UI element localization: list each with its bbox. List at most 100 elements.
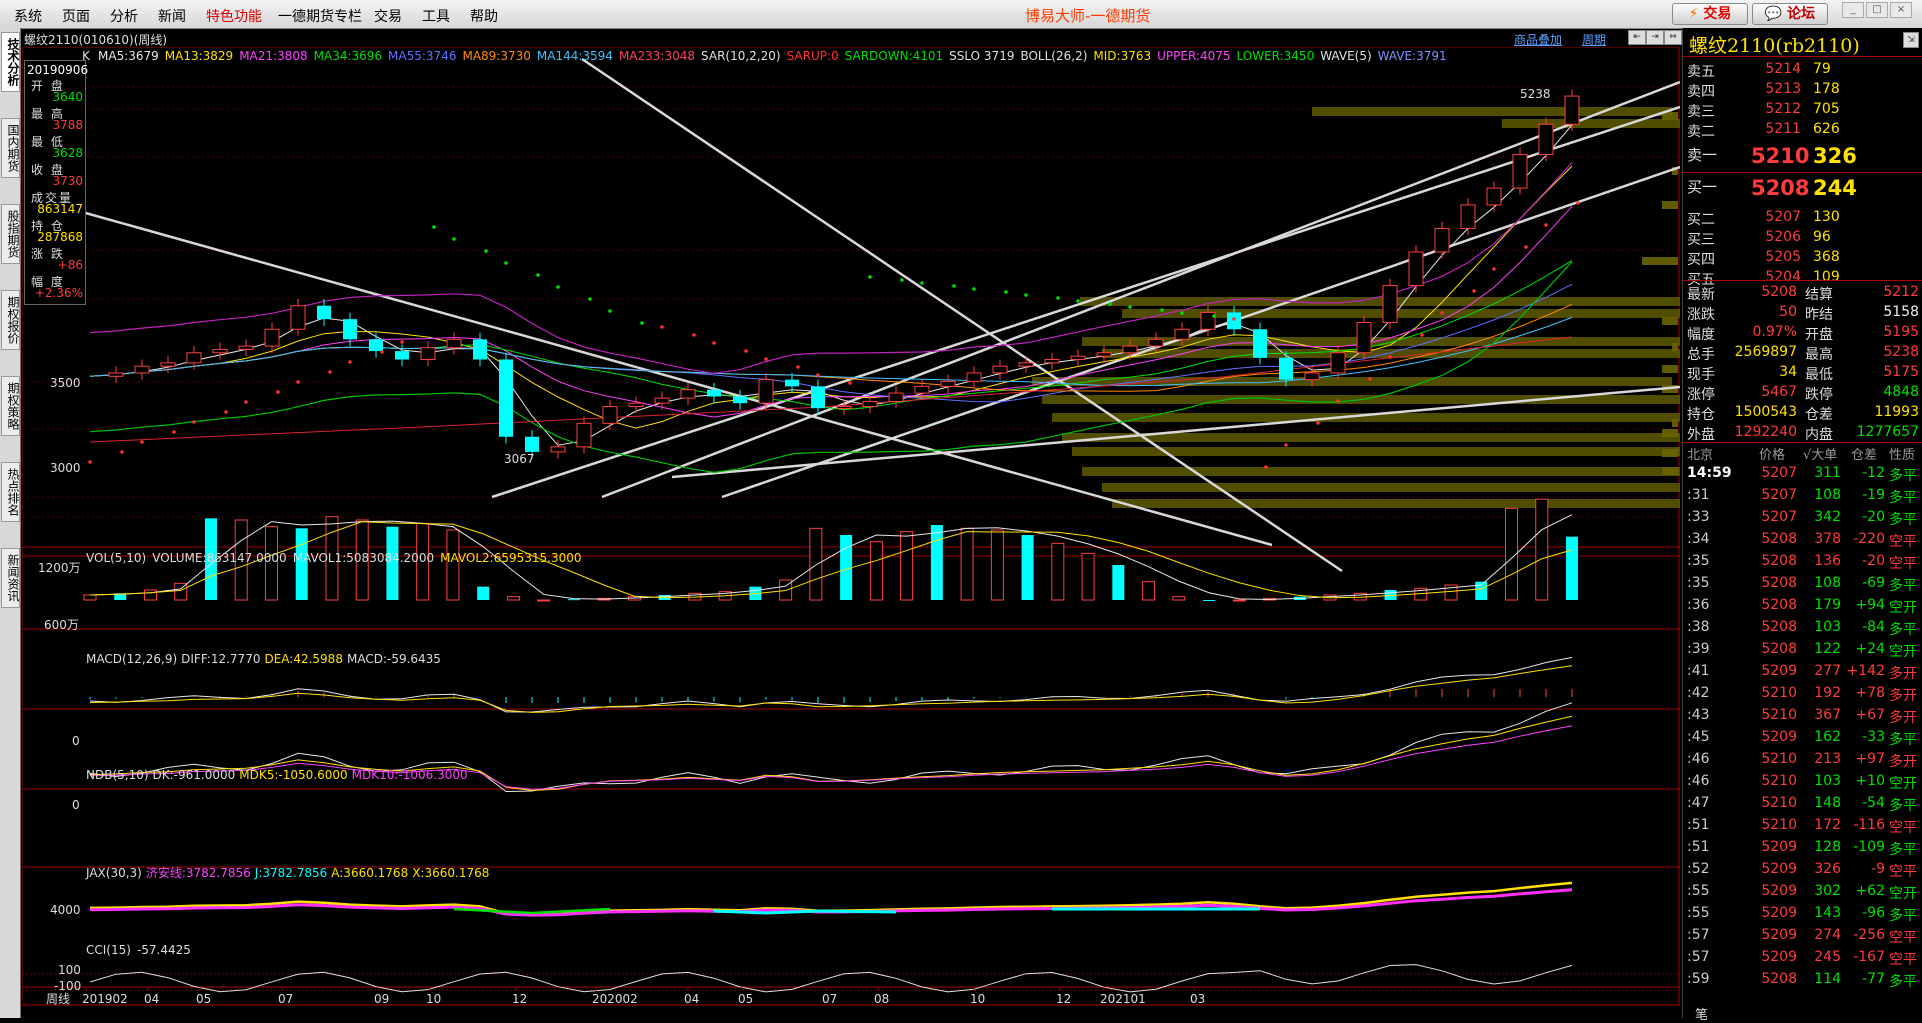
chart-area[interactable]: K MA5:3679 MA13:3829 MA21:3808 MA34:3696 MA5…	[22, 47, 1680, 1006]
order-book-row[interactable]: 卖四 5213 178	[1683, 81, 1922, 101]
tick-row[interactable]: :57 5209 245 -167 空平	[1683, 946, 1922, 968]
tick-nature: 空平	[1889, 864, 1917, 880]
tab-domestic-futures[interactable]: 国内期货	[1, 118, 20, 178]
tick-nature: 空平	[1889, 534, 1917, 550]
quote-value: 1500543	[1734, 404, 1797, 420]
tick-row[interactable]: :31 5207 108 -19 多平	[1683, 484, 1922, 506]
legend-item: MDK10:-1006.3000	[352, 768, 468, 782]
tick-row[interactable]: :41 5209 277 +142 多开	[1683, 660, 1922, 682]
forum-button[interactable]: 💬 论坛	[1752, 3, 1828, 25]
legend-item: MID:3763	[1093, 49, 1151, 63]
quote-label: 结算	[1805, 287, 1833, 303]
tick-row[interactable]: :39 5208 122 +24 空开	[1683, 638, 1922, 660]
price-axis-label: 3500	[50, 376, 81, 390]
tick-row[interactable]: :42 5210 192 +78 多开	[1683, 682, 1922, 704]
menu-features[interactable]: 特色功能	[206, 6, 262, 26]
period-link[interactable]: 周期	[1582, 31, 1606, 48]
tick-row[interactable]: :43 5210 367 +67 多开	[1683, 704, 1922, 726]
tab-option-strategy[interactable]: 期权策略	[1, 376, 20, 436]
tick-oi-change: +24	[1855, 641, 1885, 657]
info-value: +86	[57, 258, 83, 272]
info-value: 3628	[52, 146, 83, 160]
order-book-row[interactable]: 卖三 5212 705	[1683, 101, 1922, 121]
zoom-out-icon[interactable]: ⇤	[1628, 30, 1646, 45]
tick-row[interactable]: :46 5210 213 +97 多开	[1683, 748, 1922, 770]
tick-time: :47	[1687, 795, 1710, 811]
order-book-row[interactable]: 买三 5206 96	[1683, 229, 1922, 249]
menu-help[interactable]: 帮助	[470, 6, 498, 26]
zoom-in-icon[interactable]: ⇥	[1646, 30, 1664, 45]
tick-time: :51	[1687, 839, 1710, 855]
order-book-row[interactable]: 买二 5207 130	[1683, 209, 1922, 229]
quote-row: 幅度 0.97% 开盘 5195	[1683, 324, 1922, 344]
tick-row[interactable]: :59 5208 114 -77 多平	[1683, 968, 1922, 990]
tick-time: :33	[1687, 509, 1710, 525]
order-book-row[interactable]: 卖一 5210 326	[1683, 144, 1922, 168]
tick-col-price: 价格	[1759, 448, 1786, 463]
candle	[707, 389, 721, 397]
tick-col-nature: 性质	[1889, 448, 1916, 463]
close-icon[interactable]: ×	[1890, 2, 1912, 18]
quote-label: 最高	[1805, 347, 1833, 363]
tick-row[interactable]: :35 5208 136 -20 空平	[1683, 550, 1922, 572]
candle	[654, 397, 670, 404]
tick-row[interactable]: :51 5210 172 -116 空平	[1683, 814, 1922, 836]
tick-row[interactable]: :35 5208 108 -69 多平	[1683, 572, 1922, 594]
trade-button[interactable]: ⚡ 交易	[1672, 3, 1748, 25]
menu-page[interactable]: 页面	[62, 6, 90, 26]
menu-tools[interactable]: 工具	[422, 6, 450, 26]
quote-value: 5175	[1883, 364, 1919, 380]
tab-index-futures[interactable]: 股指期货	[1, 204, 20, 264]
tick-row[interactable]: :57 5209 274 -256 空平	[1683, 924, 1922, 946]
menu-system[interactable]: 系统	[14, 6, 42, 26]
tick-oi-change: -116	[1853, 817, 1885, 833]
tick-row[interactable]: :38 5208 103 -84 多平	[1683, 616, 1922, 638]
order-book-row[interactable]: 买四 5205 368	[1683, 249, 1922, 269]
tick-row[interactable]: :34 5208 378 -220 空平	[1683, 528, 1922, 550]
overlay-link[interactable]: 商品叠加	[1514, 31, 1562, 48]
time-tick-label: 05	[738, 992, 753, 1006]
tick-header: 北京 价格 √大单 仓差 性质	[1683, 442, 1922, 463]
tick-row[interactable]: :52 5209 326 -9 空平	[1683, 858, 1922, 880]
order-book-row[interactable]: 买一 5208 244	[1683, 176, 1922, 200]
tick-row[interactable]: :46 5210 103 +10 空开	[1683, 770, 1922, 792]
tab-option-quotes[interactable]: 期权报价	[1, 290, 20, 350]
time-tick-label: 201902	[82, 992, 128, 1006]
scroll-icon[interactable]: ⇔	[1664, 30, 1682, 45]
tab-technical-analysis[interactable]: 技术分析	[1, 32, 20, 92]
candle	[1460, 204, 1476, 229]
menu-yide-column[interactable]: 一德期货专栏	[278, 6, 362, 26]
tick-row[interactable]: 14:59 5207 311 -12 多平	[1683, 462, 1922, 484]
tick-price: 5209	[1761, 883, 1797, 899]
time-tick-label: 202101	[1100, 992, 1146, 1006]
minimize-icon[interactable]: _	[1842, 2, 1864, 18]
maximize-icon[interactable]: □	[1866, 2, 1888, 18]
menu-news[interactable]: 新闻	[158, 6, 186, 26]
order-book-row[interactable]: 卖二 5211 626	[1683, 121, 1922, 141]
tick-row[interactable]: :33 5207 342 -20 多平	[1683, 506, 1922, 528]
tick-row[interactable]: :55 5209 302 +62 空开	[1683, 880, 1922, 902]
menu-trade[interactable]: 交易	[374, 6, 402, 26]
tick-row[interactable]: :47 5210 148 -54 多平	[1683, 792, 1922, 814]
tick-row[interactable]: :36 5208 179 +94 空开	[1683, 594, 1922, 616]
tab-hot-ranking[interactable]: 热点排名	[1, 462, 20, 522]
tick-oi-change: -84	[1862, 619, 1885, 635]
tick-row[interactable]: :45 5209 162 -33 多平	[1683, 726, 1922, 748]
expand-icon[interactable]: ⇲	[1903, 32, 1919, 48]
tick-nature: 多平	[1889, 908, 1917, 924]
quote-row: 总手 2569897 最高 5238	[1683, 344, 1922, 364]
order-book-row[interactable]: 卖五 5214 79	[1683, 61, 1922, 81]
menu-analysis[interactable]: 分析	[110, 6, 138, 26]
volume-bar	[506, 596, 520, 601]
legend-item: JAX(30,3)	[85, 866, 142, 880]
tick-tab-label[interactable]: 笔	[1695, 1004, 1708, 1023]
tick-nature: 多平	[1889, 578, 1917, 594]
candle	[628, 402, 644, 408]
candle	[134, 365, 150, 374]
tab-news-info[interactable]: 新闻资讯	[1, 548, 20, 608]
tick-row[interactable]: :51 5209 128 -109 多平	[1683, 836, 1922, 858]
tick-col-volume: √大单	[1803, 448, 1838, 463]
tick-row[interactable]: :55 5209 143 -96 多平	[1683, 902, 1922, 924]
candle	[317, 305, 331, 320]
tick-nature: 多开	[1889, 754, 1917, 770]
